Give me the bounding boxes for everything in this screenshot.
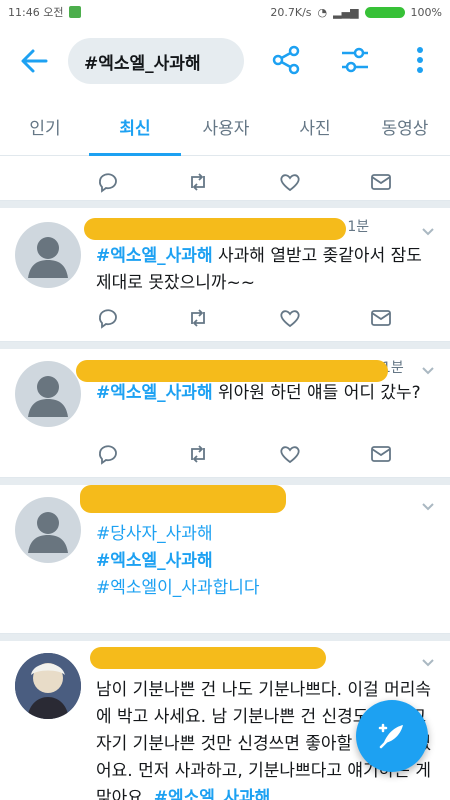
compose-tweet-button[interactable]: [356, 700, 428, 772]
hashtag[interactable]: #엑소엘_사과해: [96, 383, 213, 403]
profile-photo: [15, 653, 81, 719]
default-profile-icon: [28, 376, 68, 417]
chevron-down-icon[interactable]: [420, 363, 436, 379]
filter-settings-icon[interactable]: [339, 44, 371, 76]
retweet-icon[interactable]: [186, 442, 210, 466]
tweet-divider: [0, 477, 450, 485]
compose-feather-icon: [378, 723, 403, 749]
active-tab-indicator: [89, 153, 181, 156]
tweet-text: #당사자_사과해 #엑소엘_사과해 #엑소엘이_사과합니다: [96, 521, 431, 602]
avatar[interactable]: [15, 222, 81, 288]
redacted-username: [80, 485, 286, 513]
tab-people[interactable]: 사용자: [190, 98, 262, 154]
hashtag[interactable]: #엑소엘_사과해: [154, 788, 271, 800]
signal-icon: ▂▄▆: [333, 5, 359, 19]
chevron-down-icon[interactable]: [420, 499, 436, 515]
direct-message-icon[interactable]: [369, 442, 393, 466]
tweet-item[interactable]: 1분 #당사자_사과해 #엑소엘_사과해 #엑소엘이_사과합니다: [0, 485, 450, 633]
tab-videos[interactable]: 동영상: [366, 98, 444, 154]
search-header: #엑소엘_사과해: [0, 24, 450, 98]
battery-icon: [364, 6, 405, 18]
chevron-down-icon[interactable]: [420, 655, 436, 671]
like-icon[interactable]: [278, 170, 302, 194]
tweet-text: #엑소엘_사과해 사과해 열받고 좆같아서 잠도 제대로 못잤으니까~~: [96, 246, 422, 293]
avatar[interactable]: [15, 361, 81, 427]
tab-top[interactable]: 인기: [14, 98, 76, 154]
app-notification-icon: [69, 6, 82, 18]
default-profile-icon: [28, 512, 68, 553]
tweet-text: #엑소엘_사과해 위아원 하던 얘들 어디 갔누?: [96, 383, 421, 403]
more-options-icon[interactable]: [404, 44, 436, 76]
tab-latest[interactable]: 최신: [89, 98, 181, 154]
hashtag[interactable]: #당사자_사과해: [96, 521, 431, 548]
hashtag[interactable]: #엑소엘_사과해: [96, 246, 213, 266]
avatar[interactable]: [15, 653, 81, 719]
retweet-icon[interactable]: [186, 170, 210, 194]
direct-message-icon[interactable]: [369, 306, 393, 330]
battery-level: 100%: [410, 5, 442, 19]
tweet-item[interactable]: 1분 #엑소엘_사과해 위아원 하던 얘들 어디 갔누?: [0, 349, 450, 477]
status-time: 11:46 오전: [8, 6, 64, 19]
reply-icon[interactable]: [96, 442, 120, 466]
search-tabs: 인기 최신 사용자 사진 동영상: [0, 98, 450, 156]
like-icon[interactable]: [278, 306, 302, 330]
tweet-actions: [96, 170, 396, 194]
default-profile-icon: [28, 237, 68, 278]
like-icon[interactable]: [278, 442, 302, 466]
share-icon[interactable]: [270, 44, 302, 76]
avatar[interactable]: [15, 497, 81, 563]
tab-photos[interactable]: 사진: [282, 98, 348, 154]
search-query: #엑소엘_사과해: [84, 53, 201, 74]
back-arrow-icon[interactable]: [18, 46, 50, 76]
network-speed: 20.7K/s: [270, 5, 312, 19]
hashtag[interactable]: #엑소엘이_사과합니다: [96, 575, 431, 602]
tweet-actions: [96, 442, 396, 466]
status-bar: 11:46 오전 20.7K/s ◔ ▂▄▆ 100%: [0, 0, 450, 24]
redacted-username: [76, 360, 388, 382]
tweet-actions: [96, 306, 396, 330]
tweet-divider: [0, 341, 450, 349]
search-input[interactable]: #엑소엘_사과해: [68, 38, 244, 84]
redacted-username: [84, 218, 346, 240]
hashtag[interactable]: #엑소엘_사과해: [96, 548, 431, 575]
reply-icon[interactable]: [96, 306, 120, 330]
redacted-username: [90, 647, 326, 669]
tweet-divider: [0, 200, 450, 208]
direct-message-icon[interactable]: [369, 170, 393, 194]
wifi-icon: ◔: [317, 5, 328, 19]
tweet-divider: [0, 633, 450, 641]
reply-icon[interactable]: [96, 170, 120, 194]
chevron-down-icon[interactable]: [420, 224, 436, 240]
tweet-item[interactable]: 76sn · 1분 #엑소엘_사과해 사과해 열받고 좆같아서 잠도 제대로 못…: [0, 208, 450, 341]
retweet-icon[interactable]: [186, 306, 210, 330]
